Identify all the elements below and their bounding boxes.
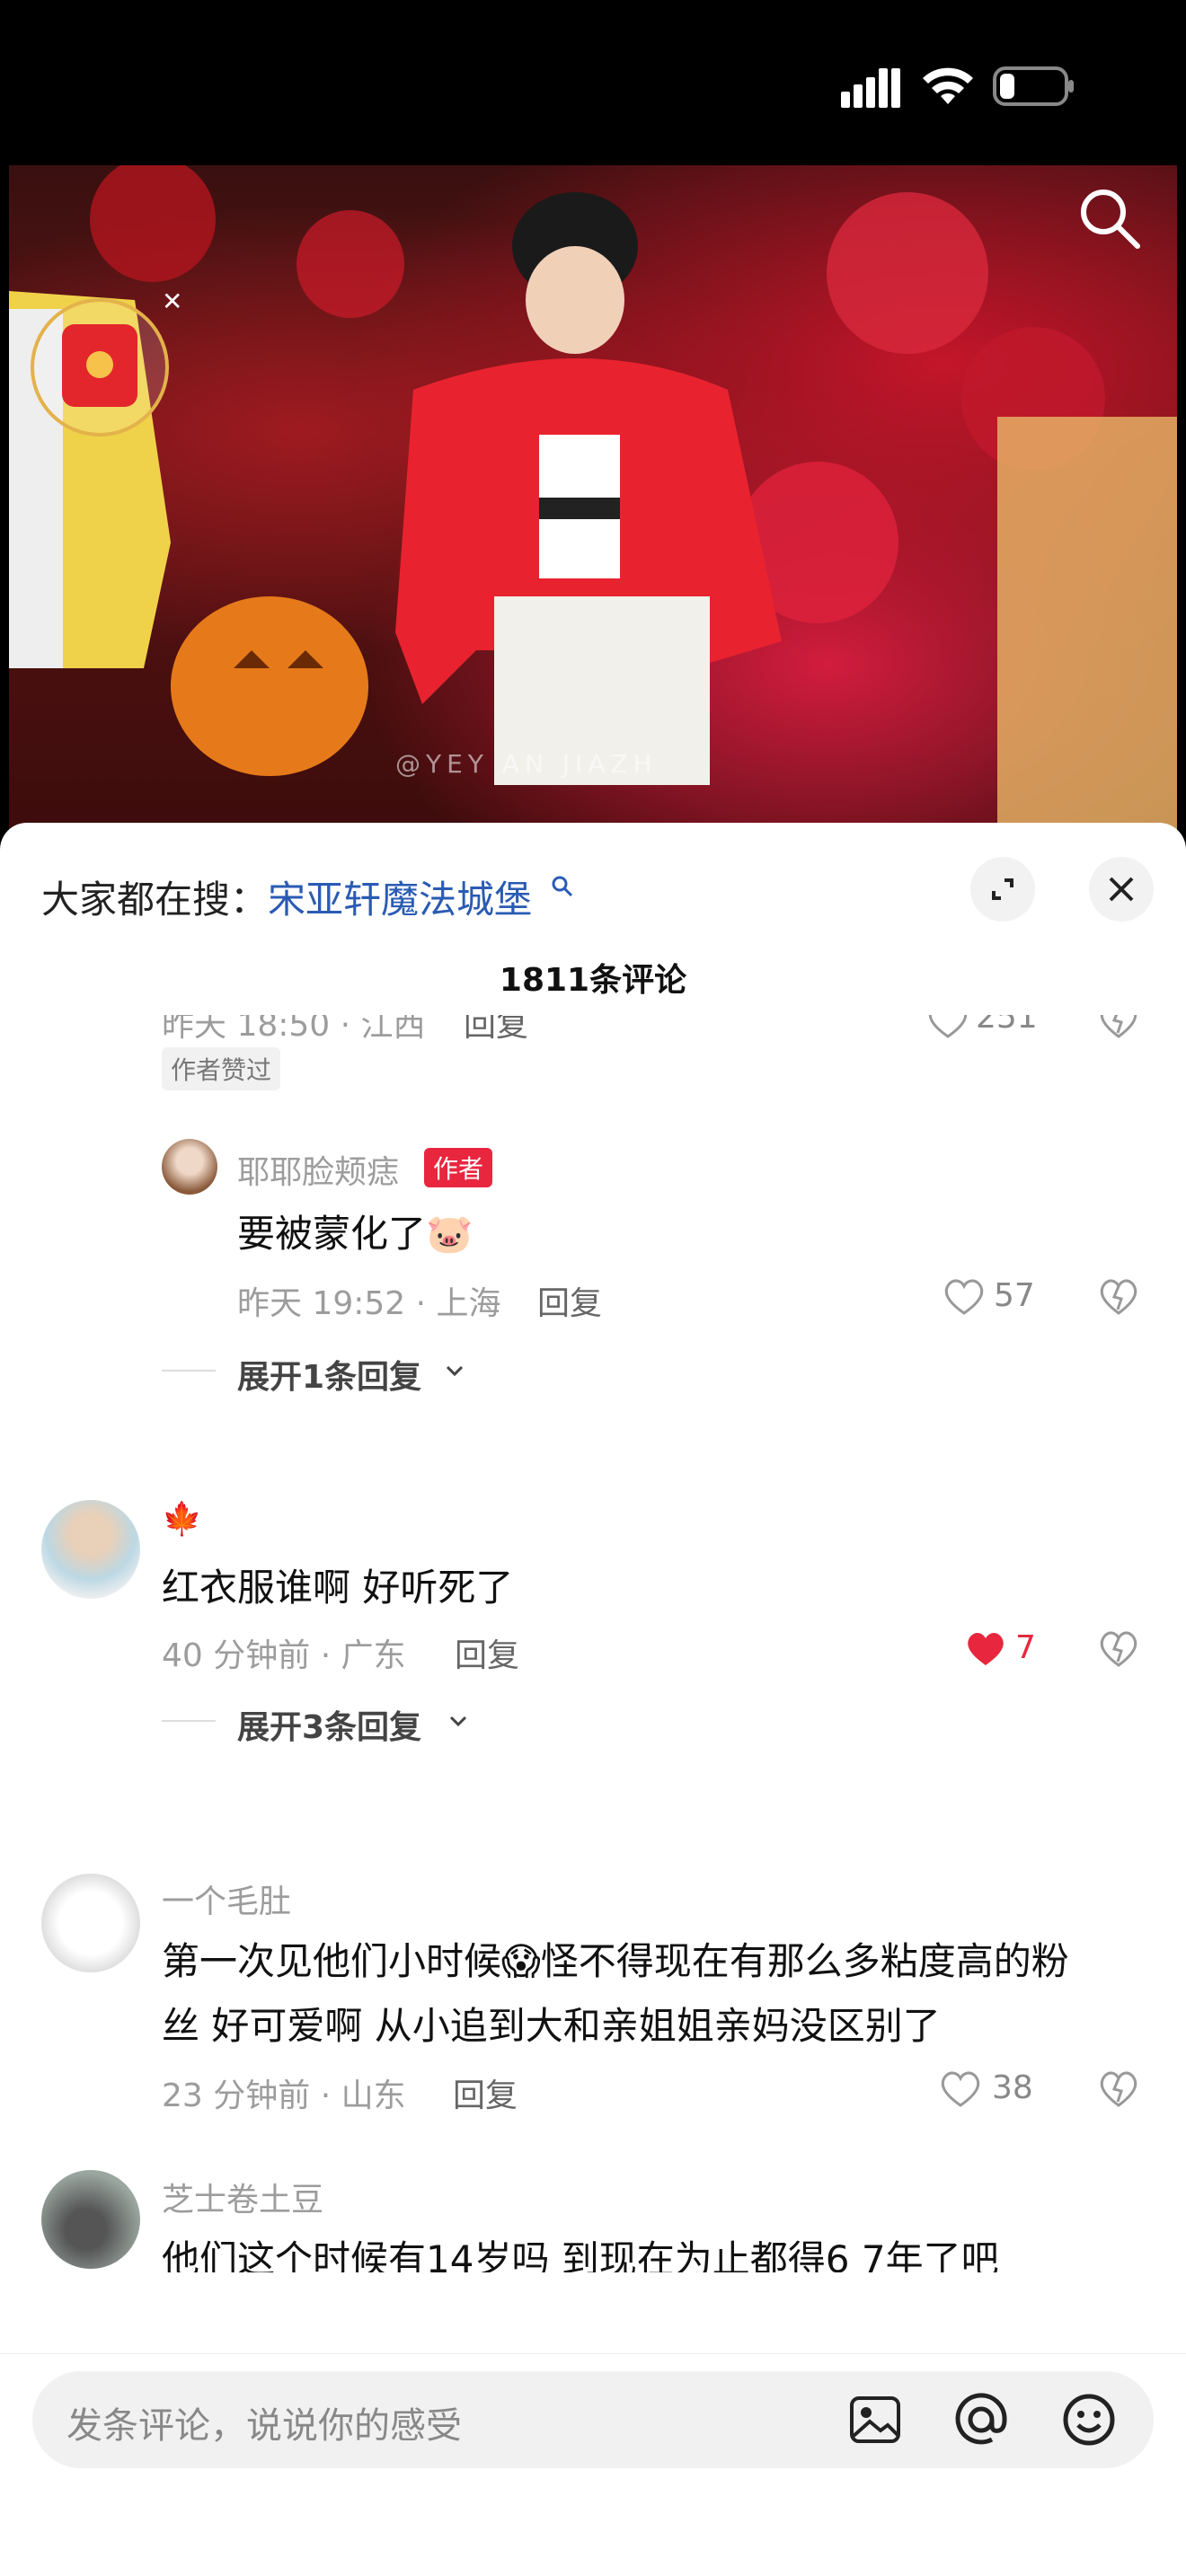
status-bar	[0, 0, 1186, 165]
red-packet-close-icon[interactable]: ✕	[162, 289, 182, 314]
reply-button[interactable]: 回复	[453, 2069, 518, 2116]
image-icon[interactable]	[846, 2391, 904, 2448]
red-packet-button[interactable]	[31, 298, 169, 437]
comment-input-placeholder: 发条评论，说说你的感受	[66, 2405, 462, 2447]
comment-text-line1: 第一次见他们小时候😱怪不得现在有那么多粘度高的粉	[162, 1939, 1069, 1983]
search-icon	[552, 876, 573, 897]
comment-author-name[interactable]: 芝士卷土豆	[162, 2174, 323, 2220]
comment-meta: 23 分钟前 · 山东	[162, 2078, 406, 2114]
expand-replies-button[interactable]: 展开3条回复	[237, 1701, 421, 1748]
reply-button[interactable]: 回复	[464, 1015, 528, 1045]
wifi-icon	[923, 67, 973, 104]
like-count: 57	[994, 1277, 1035, 1314]
trending-term[interactable]: 宋亚轩魔法城堡	[268, 878, 532, 922]
reply-author-name[interactable]: 耶耶脸颊痣	[237, 1146, 399, 1193]
expand-replies-button[interactable]: 展开1条回复	[237, 1351, 421, 1398]
comment-text: 他们这个时候有14岁吗 到现在为止都得6 7年了吧	[162, 2237, 999, 2272]
video-watermark: @YEY AN JIAZH	[395, 749, 658, 779]
red-packet-icon	[62, 324, 137, 407]
close-icon	[1109, 877, 1134, 902]
expand-button[interactable]	[970, 857, 1035, 922]
heart-icon[interactable]	[938, 2068, 983, 2109]
avatar[interactable]	[41, 2170, 140, 2269]
close-button[interactable]	[1089, 857, 1154, 922]
comment-meta: 昨天 18:50 · 江西	[162, 1015, 426, 1044]
comment-input[interactable]: 发条评论，说说你的感受	[32, 2371, 1154, 2468]
author-liked-badge: 作者赞过	[162, 1047, 281, 1090]
like-count: 7	[1015, 1629, 1036, 1666]
emoji-icon[interactable]	[1060, 2391, 1118, 2448]
comment-author-name[interactable]: 🍁	[162, 1500, 202, 1538]
chevron-down-icon	[446, 1365, 464, 1377]
divider	[162, 1370, 216, 1372]
avatar[interactable]	[41, 1874, 140, 1972]
video-frame	[9, 165, 1177, 830]
reply-button[interactable]: 回复	[537, 1277, 602, 1324]
like-count: 38	[992, 2069, 1033, 2106]
author-badge: 作者	[424, 1148, 493, 1187]
search-icon[interactable]	[1075, 183, 1143, 251]
battery-icon	[993, 66, 1074, 106]
dislike-icon[interactable]	[1096, 1015, 1141, 1042]
comment-count: 1811条评论	[499, 962, 687, 999]
divider	[162, 1720, 216, 1722]
reply-button[interactable]: 回复	[455, 1629, 519, 1676]
dislike-icon[interactable]	[1096, 1274, 1141, 1319]
comment-author-name[interactable]: 一个毛肚	[162, 1875, 291, 1922]
video-player[interactable]: ✕ @YEY AN JIAZH	[9, 165, 1177, 830]
heart-icon[interactable]	[963, 1628, 1008, 1669]
reply-meta: 昨天 19:52 · 上海	[237, 1285, 501, 1322]
heart-icon[interactable]	[942, 1275, 987, 1317]
dislike-icon[interactable]	[1096, 2066, 1141, 2111]
trending-search[interactable]: 大家都在搜：宋亚轩魔法城堡	[41, 869, 573, 924]
trending-prefix: 大家都在搜：	[41, 878, 269, 922]
dislike-icon[interactable]	[1096, 1626, 1141, 1671]
avatar[interactable]	[41, 1500, 140, 1599]
comment-text-line2: 丝 好可爱啊 从小追到大和亲姐姐亲妈没区别了	[162, 2004, 941, 2048]
comment-list[interactable]: 昨天 18:50 · 江西 回复 251 作者赞过 耶耶脸颊痣 作者 要被蒙化了…	[0, 1015, 1186, 2272]
comment-text: 红衣服谁啊 好听死了	[162, 1566, 514, 1610]
comment-meta: 40 分钟前 · 广东	[162, 1637, 406, 1674]
reply-text: 要被蒙化了🐷	[237, 1212, 474, 1256]
expand-icon	[992, 878, 1013, 900]
heart-icon[interactable]	[925, 1015, 970, 1040]
mention-icon[interactable]	[952, 2391, 1010, 2448]
chevron-down-icon	[449, 1716, 467, 1727]
divider	[0, 2353, 1186, 2354]
signal-icon	[841, 68, 900, 108]
comment-sheet: 大家都在搜：宋亚轩魔法城堡 1811条评论 昨天 18:50 · 江西 回复 2…	[0, 823, 1186, 2576]
avatar[interactable]	[162, 1139, 217, 1195]
like-count: 251	[976, 1015, 1038, 1036]
